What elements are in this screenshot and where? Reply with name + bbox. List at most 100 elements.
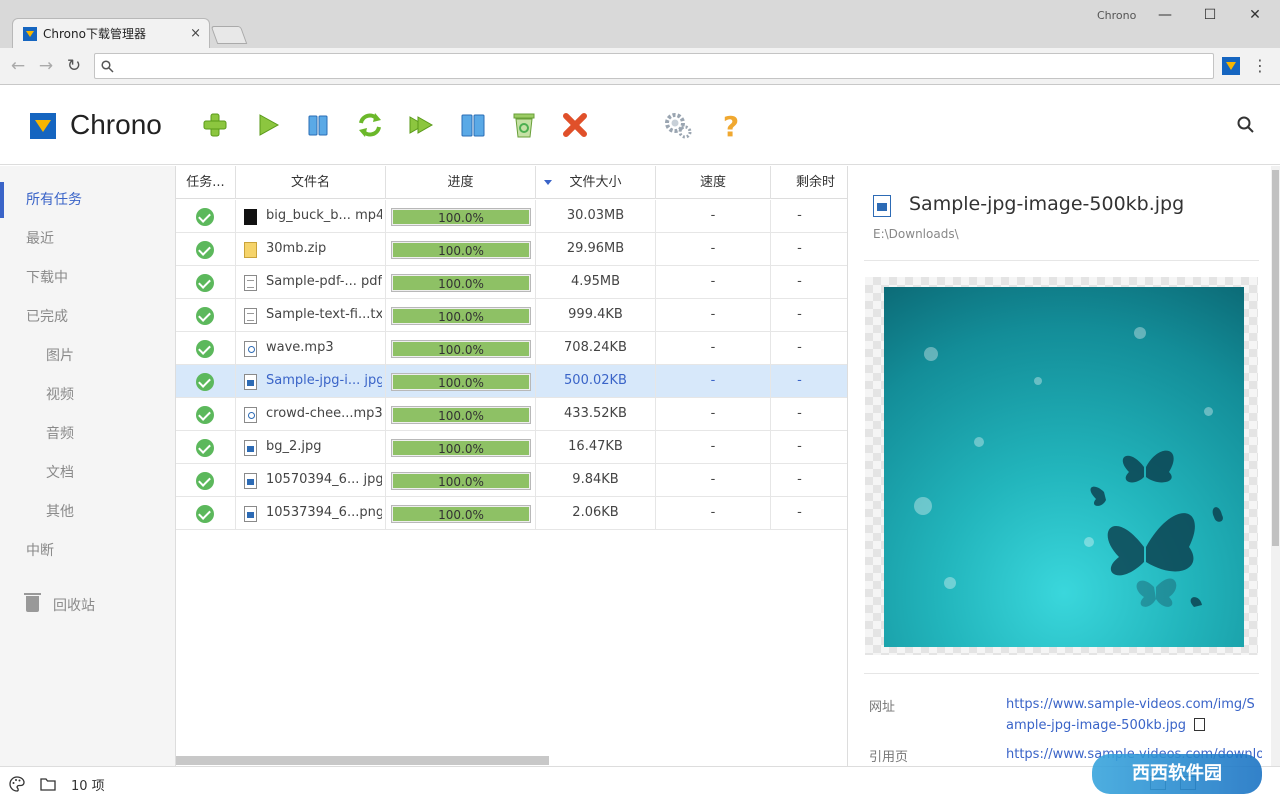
filename-cell: 10570394_6... jpg xyxy=(236,464,386,497)
sidebar-item-all[interactable]: 所有任务 xyxy=(0,182,175,218)
audio-file-icon xyxy=(244,407,257,423)
table-row[interactable]: 10537394_6...png 100.0% 2.06KB - - xyxy=(176,497,847,530)
profile-label[interactable]: Chrono xyxy=(1097,9,1136,22)
column-header-label: 文件大小 xyxy=(569,175,622,190)
sidebar-item-documents[interactable]: 文档 xyxy=(0,455,175,491)
open-folder-button[interactable] xyxy=(40,776,56,792)
minimize-button[interactable]: — xyxy=(1150,4,1180,26)
maximize-button[interactable]: ☐ xyxy=(1195,4,1225,26)
size-cell: 29.96MB xyxy=(536,233,656,266)
completed-check-icon xyxy=(196,472,214,490)
close-window-button[interactable]: ✕ xyxy=(1240,4,1270,26)
url-link[interactable]: https://www.sample-videos.com/img/Sample… xyxy=(1006,694,1262,737)
sidebar-item-recent[interactable]: 最近 xyxy=(0,221,175,257)
url-value[interactable]: https://www.sample-videos.com/img/Sample… xyxy=(1006,697,1255,733)
status-cell xyxy=(176,431,236,464)
table-row[interactable]: big_buck_b... mp4 100.0% 30.03MB - - xyxy=(176,200,847,233)
speed-cell: - xyxy=(656,398,771,431)
delete-button[interactable] xyxy=(560,110,590,140)
forward-button[interactable]: → xyxy=(36,56,56,76)
filename-cell: Sample-pdf-... pdf xyxy=(236,266,386,299)
horizontal-scrollbar[interactable] xyxy=(176,756,549,765)
column-header-size[interactable]: 文件大小 xyxy=(536,166,656,199)
filename-cell: 30mb.zip xyxy=(236,233,386,266)
reload-button[interactable]: ↻ xyxy=(64,56,84,76)
table-row[interactable]: Sample-jpg-i... jpg 100.0% 500.02KB - - xyxy=(176,365,847,398)
details-path[interactable]: E:\Downloads\ xyxy=(873,227,959,241)
start-all-button[interactable] xyxy=(406,110,436,140)
filename: 10537394_6...png xyxy=(266,505,382,520)
size-cell: 9.84KB xyxy=(536,464,656,497)
sidebar-item-images[interactable]: 图片 xyxy=(0,338,175,374)
filename: Sample-pdf-... pdf xyxy=(266,274,382,289)
clear-completed-button[interactable] xyxy=(509,110,539,140)
copy-icon[interactable] xyxy=(1190,718,1206,737)
column-header-speed[interactable]: 速度 xyxy=(656,166,771,199)
progress-cell: 100.0% xyxy=(386,266,536,299)
sidebar-item-videos[interactable]: 视频 xyxy=(0,377,175,413)
back-button[interactable]: ← xyxy=(8,56,28,76)
details-scrollbar[interactable] xyxy=(1271,166,1280,766)
progress-bar: 100.0% xyxy=(391,307,531,325)
theme-button[interactable] xyxy=(9,776,25,792)
preview-image xyxy=(884,287,1244,647)
status-cell xyxy=(176,233,236,266)
completed-check-icon xyxy=(196,307,214,325)
address-bar[interactable] xyxy=(94,53,1214,79)
column-header-progress[interactable]: 进度 xyxy=(386,166,536,199)
sidebar-item-other[interactable]: 其他 xyxy=(0,494,175,530)
table-row[interactable]: crowd-chee...mp3 100.0% 433.52KB - - xyxy=(176,398,847,431)
sidebar-item-audio[interactable]: 音频 xyxy=(0,416,175,452)
pause-button[interactable] xyxy=(303,110,333,140)
start-all-icon xyxy=(409,116,434,134)
table-row[interactable]: Sample-text-fi...txt 100.0% 999.4KB - - xyxy=(176,299,847,332)
expand-details-icon[interactable]: ❭ xyxy=(841,444,847,477)
settings-button[interactable] xyxy=(663,110,693,140)
remaining-cell: - xyxy=(797,208,802,223)
new-tab-button[interactable] xyxy=(210,26,248,44)
completed-check-icon xyxy=(196,274,214,292)
pause-all-button[interactable] xyxy=(458,110,488,140)
add-task-button[interactable] xyxy=(200,110,230,140)
table-row[interactable]: bg_2.jpg 100.0% 16.47KB - - xyxy=(176,431,847,464)
chrono-logo-icon xyxy=(30,113,56,139)
size-cell: 433.52KB xyxy=(536,398,656,431)
sort-desc-icon xyxy=(544,180,552,185)
status-cell xyxy=(176,332,236,365)
sidebar-item-interrupted[interactable]: 中断 xyxy=(0,533,175,569)
add-icon xyxy=(203,113,227,137)
filename-cell: bg_2.jpg xyxy=(236,431,386,464)
size-cell: 2.06KB xyxy=(536,497,656,530)
progress-cell: 100.0% xyxy=(386,398,536,431)
pause-all-icon xyxy=(461,114,485,137)
scrollbar-thumb[interactable] xyxy=(1272,170,1279,546)
table-row[interactable]: Sample-pdf-... pdf 100.0% 4.95MB - - xyxy=(176,266,847,299)
sidebar-item-completed[interactable]: 已完成 xyxy=(0,299,175,335)
tab-close-icon[interactable]: × xyxy=(190,26,201,41)
sidebar-item-downloading[interactable]: 下载中 xyxy=(0,260,175,296)
table-row[interactable]: wave.mp3 100.0% 708.24KB - - xyxy=(176,332,847,365)
table-row[interactable]: 10570394_6... jpg 100.0% 9.84KB - - xyxy=(176,464,847,497)
filename-cell: Sample-text-fi...txt xyxy=(236,299,386,332)
sidebar-item-trash[interactable]: 回收站 xyxy=(0,588,175,624)
address-input[interactable] xyxy=(120,55,1213,77)
chrono-extension-icon[interactable] xyxy=(1222,57,1240,75)
table-row[interactable]: 30mb.zip 100.0% 29.96MB - - xyxy=(176,233,847,266)
browser-tab[interactable]: Chrono下载管理器 × xyxy=(12,18,210,48)
column-header-filename[interactable]: 文件名 xyxy=(236,166,386,199)
column-header-remaining[interactable]: 剩余时 xyxy=(771,166,847,199)
remaining-cell: - xyxy=(797,439,802,454)
browser-menu-icon[interactable]: ⋮ xyxy=(1252,56,1268,75)
speed-cell: - xyxy=(656,464,771,497)
restart-button[interactable] xyxy=(355,110,385,140)
speed-cell: - xyxy=(656,233,771,266)
help-button[interactable]: ? xyxy=(716,110,746,143)
completed-check-icon xyxy=(196,373,214,391)
app-search-button[interactable] xyxy=(1236,115,1256,135)
completed-check-icon xyxy=(196,340,214,358)
filename: 30mb.zip xyxy=(266,241,327,256)
image-file-icon xyxy=(873,195,891,217)
filename: bg_2.jpg xyxy=(266,439,322,454)
start-button[interactable] xyxy=(253,110,283,140)
column-header-task[interactable]: 任务... xyxy=(176,166,236,199)
